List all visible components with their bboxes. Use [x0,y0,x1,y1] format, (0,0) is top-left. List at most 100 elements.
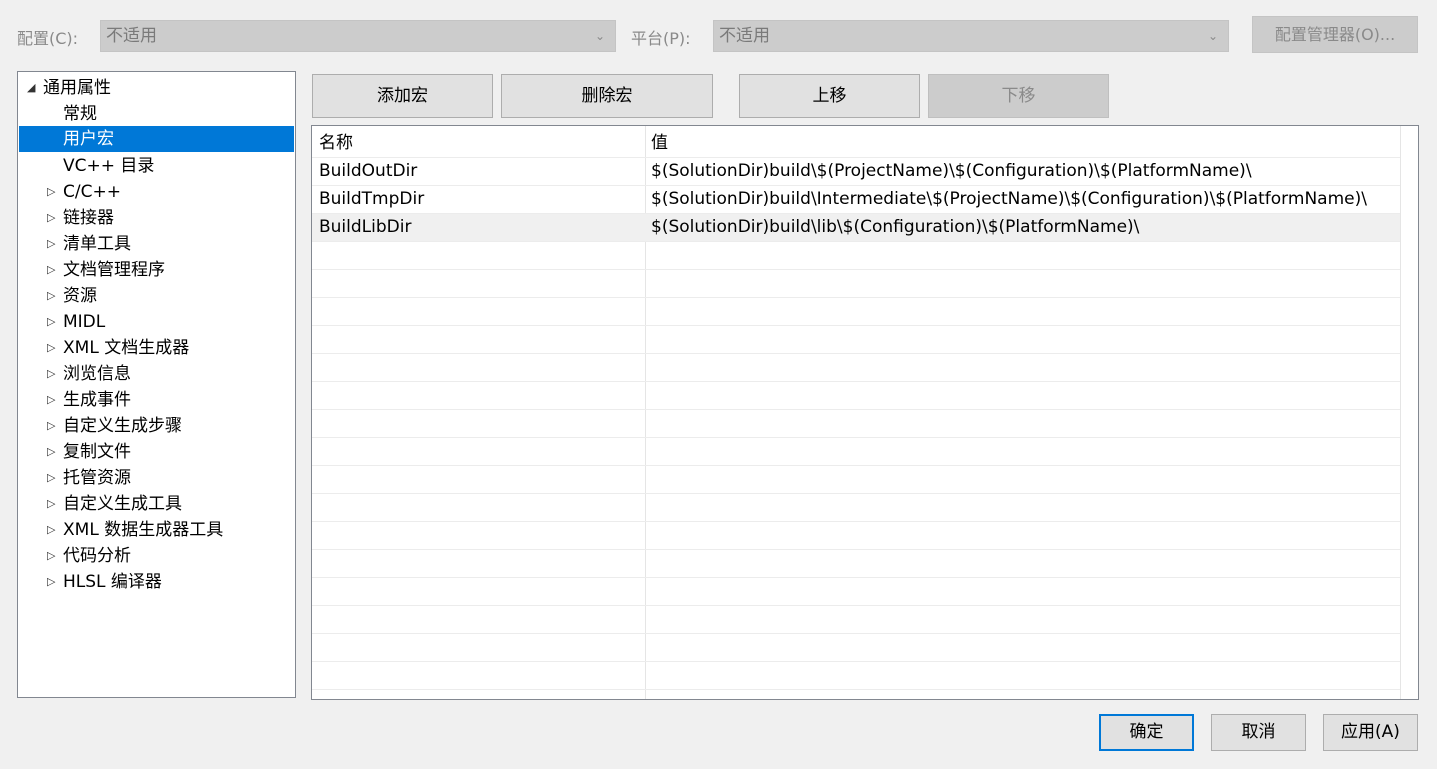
empty-row [312,661,1400,689]
tree-item-label: C/C++ [63,182,121,202]
triangle-right-icon[interactable]: ▷ [47,569,55,595]
tree-item-label: 自定义生成步骤 [63,416,182,436]
macro-value-cell: $(SolutionDir)build\$(ProjectName)\$(Con… [651,161,1252,181]
column-header-value[interactable]: 值 [651,126,668,160]
chevron-down-icon: ⌄ [1207,29,1218,43]
tree-item-label: 托管资源 [63,468,131,488]
macro-name-cell: BuildOutDir [319,161,418,181]
tree-item-build-events[interactable]: ▷ 生成事件 [19,387,294,413]
empty-row [312,689,1400,699]
tree-item-hlsl-compiler[interactable]: ▷ HLSL 编译器 [19,569,294,595]
triangle-right-icon[interactable]: ▷ [47,283,55,309]
triangle-right-icon[interactable]: ▷ [47,517,55,543]
table-row[interactable]: BuildTmpDir $(SolutionDir)build\Intermed… [312,185,1400,213]
tree-item-general[interactable]: 常规 [19,101,294,127]
tree-item-xml-data-generator-tool[interactable]: ▷ XML 数据生成器工具 [19,517,294,543]
config-combo[interactable]: 不适用 ⌄ [100,20,616,52]
tree-item-linker[interactable]: ▷ 链接器 [19,205,294,231]
tree-item-label: 链接器 [63,208,114,228]
empty-row [312,325,1400,353]
tree-item-label: 代码分析 [63,546,131,566]
triangle-right-icon[interactable]: ▷ [47,335,55,361]
empty-row [312,633,1400,661]
tree-item-label: HLSL 编译器 [63,572,162,592]
tree-item-label: 自定义生成工具 [63,494,182,514]
chevron-down-icon: ⌄ [594,29,605,43]
grid-header: 名称 值 [312,126,1400,157]
triangle-right-icon[interactable]: ▷ [47,231,55,257]
triangle-right-icon[interactable]: ▷ [47,361,55,387]
apply-button[interactable]: 应用(A) [1323,714,1418,751]
triangle-right-icon[interactable]: ▷ [47,413,55,439]
tree-item-custom-build-tool[interactable]: ▷ 自定义生成工具 [19,491,294,517]
platform-label: 平台(P): [631,29,691,48]
tree-item-label: 通用属性 [43,78,111,98]
tree-item-manifest-tool[interactable]: ▷ 清单工具 [19,231,294,257]
empty-row [312,465,1400,493]
tree-item-xml-doc-generator[interactable]: ▷ XML 文档生成器 [19,335,294,361]
table-row[interactable]: BuildOutDir $(SolutionDir)build\$(Projec… [312,157,1400,185]
tree-item-label: 生成事件 [63,390,131,410]
platform-combo[interactable]: 不适用 ⌄ [713,20,1229,52]
tree-item-label: 用户宏 [63,129,114,149]
triangle-right-icon[interactable]: ▷ [47,179,55,205]
triangle-right-icon[interactable]: ▷ [47,465,55,491]
empty-row [312,241,1400,269]
empty-row [312,437,1400,465]
tree-item-managed-resources[interactable]: ▷ 托管资源 [19,465,294,491]
table-row[interactable]: BuildLibDir $(SolutionDir)build\lib\$(Co… [312,213,1400,241]
ok-button[interactable]: 确定 [1099,714,1194,751]
property-tree[interactable]: ◢ 通用属性 常规 用户宏 VC++ 目录 ▷ C/C++ ▷ 链接器 ▷ 清单… [17,71,296,698]
config-combo-value: 不适用 [106,26,157,46]
column-header-name[interactable]: 名称 [319,126,353,160]
move-up-button[interactable]: 上移 [739,74,920,118]
empty-row [312,605,1400,633]
triangle-right-icon[interactable]: ▷ [47,205,55,231]
tree-item-label: 文档管理程序 [63,260,165,280]
tree-item-browse-info[interactable]: ▷ 浏览信息 [19,361,294,387]
empty-row [312,269,1400,297]
tree-item-xml-doc-generator-program[interactable]: ▷ 文档管理程序 [19,257,294,283]
tree-item-code-analysis[interactable]: ▷ 代码分析 [19,543,294,569]
empty-row [312,297,1400,325]
tree-item-midl[interactable]: ▷ MIDL [19,309,294,335]
add-macro-button[interactable]: 添加宏 [312,74,493,118]
tree-item-vc-directories[interactable]: VC++ 目录 [19,153,294,179]
empty-row [312,409,1400,437]
move-down-button: 下移 [928,74,1109,118]
tree-item-label: XML 文档生成器 [63,338,190,358]
empty-row [312,577,1400,605]
config-label: 配置(C): [17,29,79,48]
tree-item-label: XML 数据生成器工具 [63,520,224,540]
platform-combo-value: 不适用 [719,26,770,46]
config-manager-button[interactable]: 配置管理器(O)... [1252,16,1418,53]
macro-grid[interactable]: 名称 值 BuildOutDir $(SolutionDir)build\$(P… [311,125,1419,700]
tree-item-label: 复制文件 [63,442,131,462]
delete-macro-button[interactable]: 删除宏 [501,74,713,118]
triangle-right-icon[interactable]: ▷ [47,309,55,335]
tree-item-user-macros[interactable]: 用户宏 [19,126,294,152]
empty-row [312,381,1400,409]
triangle-right-icon[interactable]: ▷ [47,543,55,569]
triangle-down-icon[interactable]: ◢ [27,75,35,101]
cancel-button[interactable]: 取消 [1211,714,1306,751]
empty-row [312,353,1400,381]
macro-value-cell: $(SolutionDir)build\lib\$(Configuration)… [651,217,1140,237]
tree-item-resources[interactable]: ▷ 资源 [19,283,294,309]
triangle-right-icon[interactable]: ▷ [47,257,55,283]
tree-item-cpp[interactable]: ▷ C/C++ [19,179,294,205]
triangle-right-icon[interactable]: ▷ [47,491,55,517]
tree-item-label: MIDL [63,312,106,332]
tree-item-common-properties[interactable]: ◢ 通用属性 [19,75,294,101]
triangle-right-icon[interactable]: ▷ [47,439,55,465]
triangle-right-icon[interactable]: ▷ [47,387,55,413]
tree-item-label: 清单工具 [63,234,131,254]
empty-row [312,493,1400,521]
macro-name-cell: BuildLibDir [319,217,412,237]
tree-item-custom-build-step[interactable]: ▷ 自定义生成步骤 [19,413,294,439]
tree-item-label: 常规 [63,104,97,124]
empty-row [312,521,1400,549]
tree-item-label: VC++ 目录 [63,156,155,176]
tree-item-label: 浏览信息 [63,364,131,384]
tree-item-copy-files[interactable]: ▷ 复制文件 [19,439,294,465]
